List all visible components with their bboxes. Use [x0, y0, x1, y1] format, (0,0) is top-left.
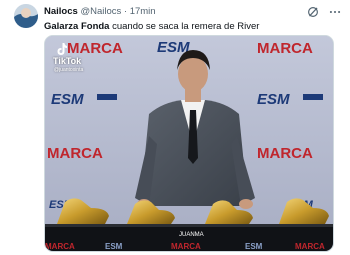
tiktok-username: @juantoxinta — [54, 67, 84, 73]
svg-text:MARCA: MARCA — [45, 242, 75, 251]
tiktok-icon — [57, 43, 67, 55]
tweet-text-rest: cuando se saca la remera de River — [109, 21, 260, 32]
video-frame: MARCA MARCA MARCA MARCA ESM ESM ESM ESM … — [45, 36, 333, 251]
tweet-time[interactable]: 17min — [130, 6, 156, 17]
svg-text:ESM: ESM — [245, 242, 263, 251]
svg-text:MARCA: MARCA — [171, 242, 201, 251]
svg-text:ESM: ESM — [51, 91, 84, 108]
grok-icon[interactable] — [306, 5, 320, 19]
svg-text:ESM: ESM — [257, 91, 290, 108]
nameplate-text: JUANMA — [179, 232, 204, 238]
author-handle[interactable]: @Nailocs — [80, 6, 121, 17]
svg-text:MARCA: MARCA — [257, 40, 313, 57]
header-separator: · — [123, 6, 128, 17]
tweet-text-bold: Galarza Fonda — [44, 21, 110, 32]
svg-text:MARCA: MARCA — [295, 242, 325, 251]
avatar-icon — [14, 4, 38, 28]
more-icon[interactable] — [328, 5, 342, 19]
svg-text:MARCA: MARCA — [47, 145, 103, 162]
tiktok-watermark: TikTok — [53, 56, 82, 66]
tweet-media-video[interactable]: MARCA MARCA MARCA MARCA ESM ESM ESM ESM … — [44, 35, 334, 252]
svg-text:ESM: ESM — [105, 242, 123, 251]
tweet-text: Galarza Fonda cuando se saca la remera d… — [44, 20, 342, 33]
author-name[interactable]: Nailocs — [44, 6, 78, 17]
avatar[interactable] — [14, 4, 38, 28]
tweet[interactable]: Nailocs @Nailocs · 17min Galarza Fonda c… — [0, 0, 350, 255]
svg-text:MARCA: MARCA — [257, 145, 313, 162]
tweet-header: Nailocs @Nailocs · 17min — [44, 5, 342, 19]
svg-text:MARCA: MARCA — [67, 40, 123, 57]
header-actions — [306, 4, 342, 20]
